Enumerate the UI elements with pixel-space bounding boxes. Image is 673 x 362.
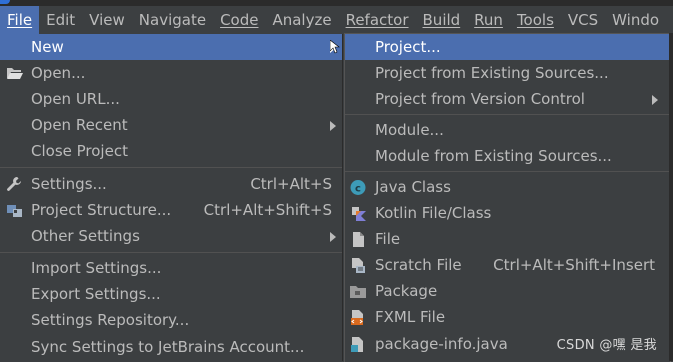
file-menu-item-label: Import Settings... [31, 259, 162, 277]
new-menu-item-project[interactable]: Project... [345, 34, 670, 60]
new-menu-item-file[interactable]: File [345, 226, 670, 252]
svg-text:c: c [355, 184, 361, 195]
file-menu-item-sync-settings[interactable]: Sync Settings to JetBrains Account... [0, 334, 342, 360]
file-menu-item-settings-repository[interactable]: Settings Repository... [0, 307, 342, 333]
menu-run[interactable]: Run [467, 6, 510, 34]
new-submenu: Project... Project from Existing Sources… [344, 33, 671, 362]
file-menu-item-label: Open URL... [31, 90, 120, 108]
menu-separator [0, 252, 342, 253]
new-menu-item-module[interactable]: Module... [345, 117, 670, 143]
file-menu-item-open-url[interactable]: Open URL... [0, 86, 342, 112]
new-menu-item-label: Kotlin File/Class [375, 204, 492, 222]
menu-window[interactable]: Windo [605, 6, 666, 34]
menu-vcs-label: VCS [567, 11, 599, 29]
menu-vcs[interactable]: VCS [561, 6, 605, 34]
fxml-icon [351, 310, 363, 325]
new-menu-item-package[interactable]: Package [345, 278, 670, 304]
file-menu-item-label: New [31, 38, 64, 56]
menu-view-label: View [89, 11, 125, 29]
file-menu-item-import-settings[interactable]: Import Settings... [0, 255, 342, 281]
new-menu-item-label: Module from Existing Sources... [375, 147, 612, 165]
menu-separator [345, 114, 670, 115]
file-menu-item-export-settings[interactable]: Export Settings... [0, 281, 342, 307]
wrench-icon [7, 177, 21, 191]
new-menu-item-label: File [375, 230, 401, 248]
new-menu-item-label: Scratch File [375, 256, 462, 274]
new-menu-item-kotlin[interactable]: Kotlin File/Class [345, 200, 670, 226]
file-menu-item-settings[interactable]: Settings... Ctrl+Alt+S [0, 171, 342, 197]
new-menu-item-scratch-file[interactable]: Scratch File Ctrl+Alt+Shift+Insert [345, 252, 670, 278]
menu-file[interactable]: File [0, 6, 40, 34]
new-menu-item-fxml[interactable]: FXML File [345, 304, 670, 330]
mouse-cursor-icon [330, 40, 340, 54]
new-menu-item-label: Package [375, 282, 438, 300]
file-menu-item-label: Sync Settings to JetBrains Account... [31, 338, 305, 356]
file-menu-item-project-structure[interactable]: Project Structure... Ctrl+Alt+Shift+S [0, 197, 342, 223]
submenu-arrow-icon [330, 121, 336, 131]
file-menu: New Open... Open URL... Open Recent Clos… [0, 34, 343, 361]
menu-code-label: Code [220, 11, 259, 29]
file-menu-item-shortcut: Ctrl+Alt+Shift+S [203, 201, 332, 219]
file-menu-item-shortcut: Ctrl+Alt+S [250, 175, 332, 193]
menu-navigate[interactable]: Navigate [132, 6, 213, 34]
file-icon [353, 232, 364, 247]
file-menu-item-label: Open Recent [31, 116, 128, 134]
file-menu-item-label: Close Project [31, 142, 128, 160]
new-menu-item-label: Project from Version Control [375, 90, 585, 108]
menu-bar: File Edit View Navigate Code Analyze Ref… [0, 6, 673, 34]
file-menu-item-label: Project Structure... [31, 201, 172, 219]
menu-code[interactable]: Code [213, 6, 265, 34]
menu-file-label: File [7, 11, 33, 29]
menu-refactor[interactable]: Refactor [339, 6, 416, 34]
menu-tools[interactable]: Tools [510, 6, 561, 34]
new-menu-item-project-vcs[interactable]: Project from Version Control [345, 86, 670, 112]
file-menu-item-open-recent[interactable]: Open Recent [0, 112, 342, 138]
new-menu-item-label: package-info.java [375, 335, 508, 353]
menu-edit[interactable]: Edit [39, 6, 82, 34]
scratch-file-icon [352, 258, 365, 273]
new-menu-item-label: Project... [375, 38, 441, 56]
menu-build-label: Build [422, 11, 461, 29]
file-menu-item-new[interactable]: New [0, 34, 342, 60]
menu-window-label: Windo [612, 11, 660, 29]
menu-tools-label: Tools [516, 11, 554, 29]
menu-build[interactable]: Build [416, 6, 468, 34]
new-menu-item-label: Java Class [375, 178, 451, 196]
submenu-arrow-icon [652, 95, 658, 105]
package-icon [350, 286, 366, 298]
java-class-icon: c [350, 180, 366, 195]
new-menu-item-label: FXML File [375, 308, 446, 326]
editor-edge [669, 33, 673, 361]
menu-refactor-label: Refactor [345, 11, 409, 29]
file-menu-item-label: Settings Repository... [31, 311, 190, 329]
file-menu-item-close-project[interactable]: Close Project [0, 138, 342, 164]
menu-navigate-label: Navigate [138, 11, 207, 29]
file-menu-item-other-settings[interactable]: Other Settings [0, 223, 342, 249]
menu-view[interactable]: View [82, 6, 132, 34]
new-menu-item-java-class[interactable]: c Java Class [345, 174, 670, 200]
menu-separator [345, 171, 670, 172]
menu-analyze[interactable]: Analyze [265, 6, 338, 34]
folder-open-icon [7, 68, 23, 79]
watermark: CSDN @嘿 是我 [556, 338, 657, 353]
file-menu-item-label: Export Settings... [31, 285, 161, 303]
file-menu-item-label: Open... [31, 64, 86, 82]
new-menu-item-shortcut: Ctrl+Alt+Shift+Insert [493, 256, 655, 274]
new-menu-item-module-existing-sources[interactable]: Module from Existing Sources... [345, 143, 670, 169]
new-menu-item-label: Module... [375, 121, 444, 139]
file-menu-item-label: Settings... [31, 175, 107, 193]
file-menu-item-label: Other Settings [31, 227, 140, 245]
menu-analyze-label: Analyze [272, 11, 332, 29]
new-menu-item-project-existing-sources[interactable]: Project from Existing Sources... [345, 60, 670, 86]
file-menu-item-open[interactable]: Open... [0, 60, 342, 86]
menu-run-label: Run [474, 11, 503, 29]
package-info-icon [351, 337, 363, 352]
new-menu-item-label: Project from Existing Sources... [375, 64, 609, 82]
project-structure-icon [7, 205, 22, 217]
submenu-arrow-icon [330, 232, 336, 242]
menu-separator [0, 167, 342, 168]
menu-edit-label: Edit [46, 11, 76, 29]
kotlin-icon [352, 207, 366, 221]
